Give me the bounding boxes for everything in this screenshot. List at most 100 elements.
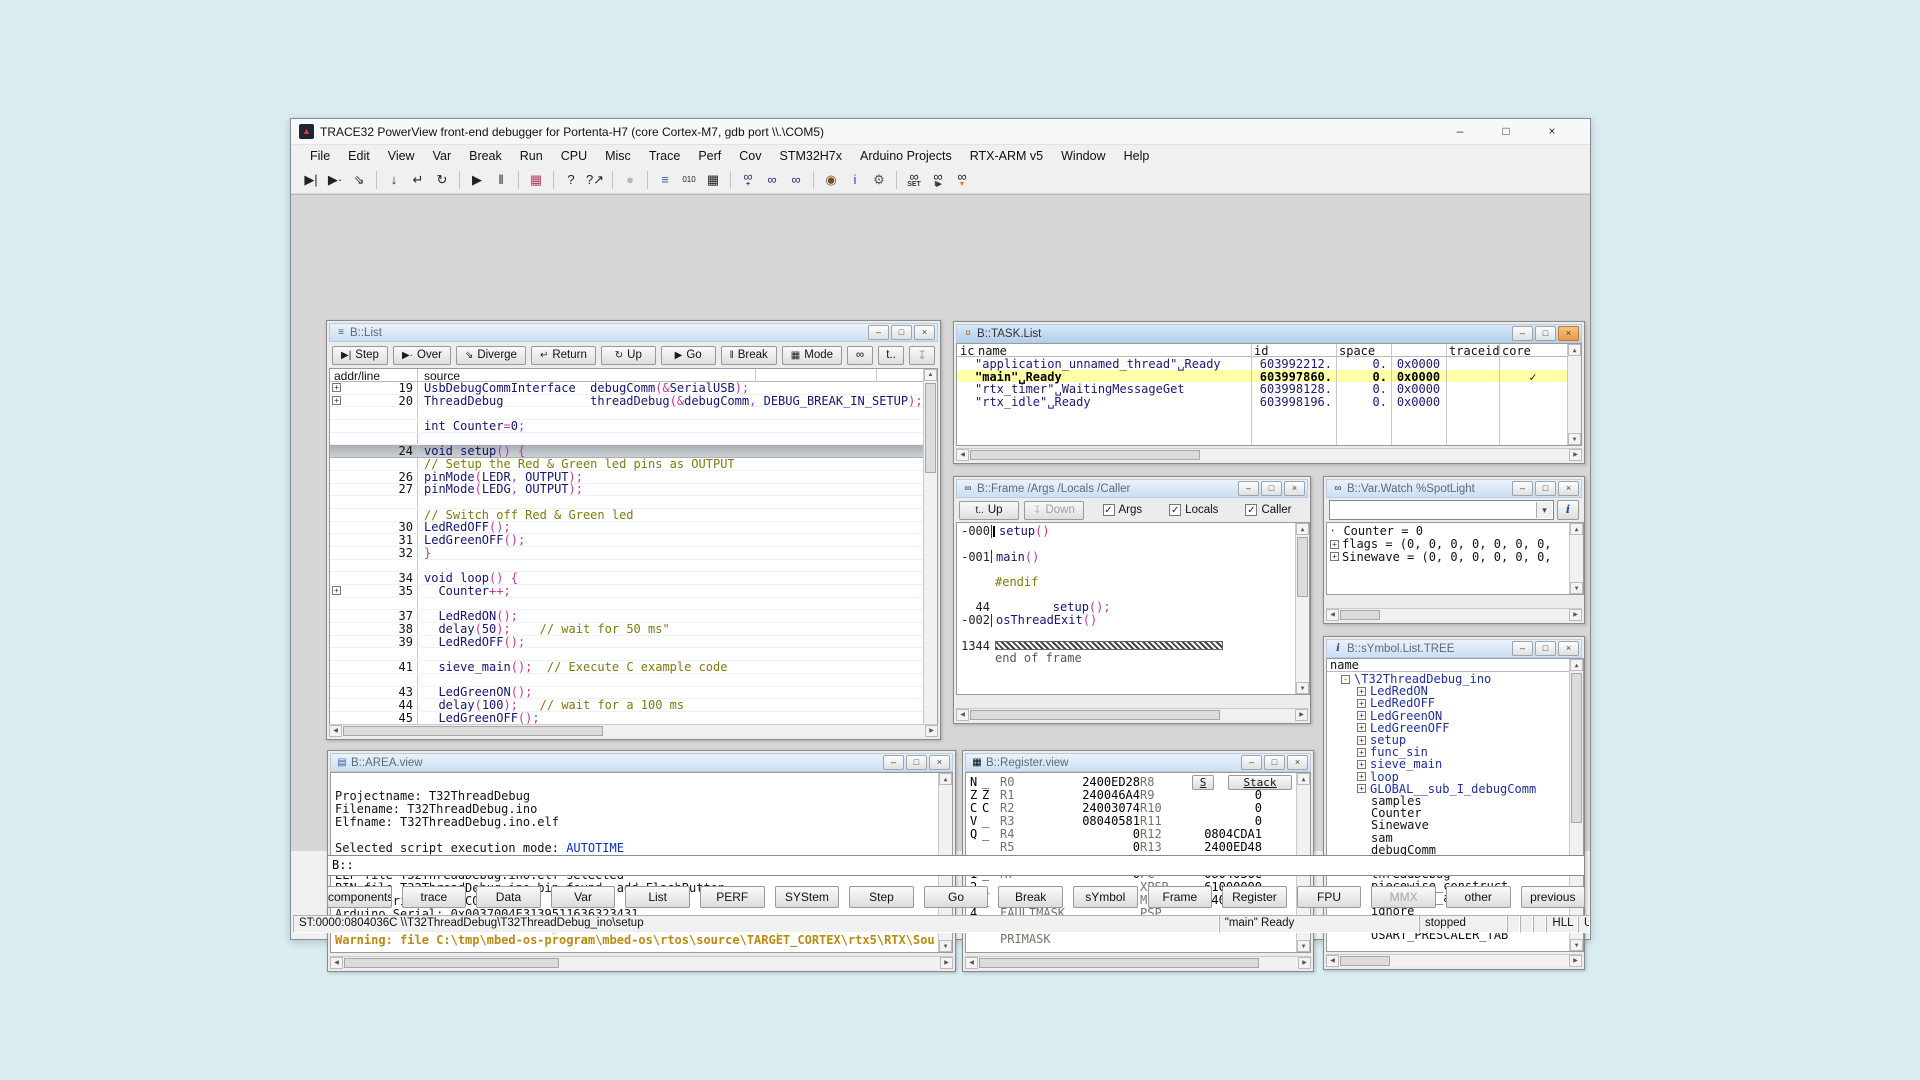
- chevron-down-icon[interactable]: ▾: [1536, 502, 1552, 518]
- softkey-perf[interactable]: PERF: [700, 886, 765, 908]
- softkey-other[interactable]: other: [1446, 886, 1511, 908]
- scroll-down-arrow[interactable]: ▼: [1568, 433, 1581, 445]
- step-over-icon[interactable]: ▶·: [323, 169, 347, 191]
- frame-horizontal-scrollbar[interactable]: ◀ ▶: [956, 708, 1308, 721]
- code-line[interactable]: +20ThreadDebug threadDebug(&debugComm, D…: [330, 395, 923, 408]
- list-maximize-button[interactable]: □: [891, 325, 912, 340]
- help-icon[interactable]: ?: [559, 169, 583, 191]
- diverge-button[interactable]: ⇘Diverge: [456, 346, 526, 365]
- scroll-left-arrow[interactable]: ◀: [1326, 955, 1339, 967]
- softkey-register[interactable]: Register: [1222, 886, 1287, 908]
- scroll-up-arrow[interactable]: ▲: [1297, 773, 1310, 785]
- goggles-pause-icon[interactable]: ∞I▶: [926, 169, 950, 191]
- scroll-left-arrow[interactable]: ◀: [329, 725, 342, 737]
- softkey-step[interactable]: Step: [849, 886, 914, 908]
- symbol-person-icon[interactable]: i: [843, 169, 867, 191]
- mode-nop-icon[interactable]: ▦: [524, 169, 548, 191]
- task-vertical-scrollbar[interactable]: ▲ ▼: [1567, 344, 1581, 445]
- expand-icon[interactable]: -: [1341, 675, 1350, 684]
- expand-icon[interactable]: +: [1357, 736, 1366, 745]
- scroll-right-arrow[interactable]: ▶: [940, 957, 953, 969]
- area-window-titlebar[interactable]: ▤ B::AREA.view – □ ×: [330, 753, 953, 772]
- softkey-trace[interactable]: trace: [402, 886, 467, 908]
- frame-close-button[interactable]: ×: [1284, 481, 1305, 496]
- task-horizontal-scrollbar[interactable]: ◀ ▶: [956, 448, 1582, 461]
- symbol-tree-item[interactable]: samples: [1327, 795, 1569, 807]
- symbol-window-titlebar[interactable]: i B::sYmbol.List.TREE – □ ×: [1326, 639, 1582, 658]
- symbol-tree-item[interactable]: +LedGreenOFF: [1327, 722, 1569, 734]
- symbol-tree-item[interactable]: -\T32ThreadDebug_ino: [1327, 673, 1569, 685]
- menu-item-cpu[interactable]: CPU: [552, 147, 596, 165]
- symbol-tree-item[interactable]: debugComm: [1327, 844, 1569, 856]
- scroll-down-arrow[interactable]: ▼: [1570, 582, 1583, 594]
- area-horizontal-scrollbar[interactable]: ◀ ▶: [330, 956, 953, 969]
- symbol-tree-item[interactable]: Counter: [1327, 807, 1569, 819]
- scroll-thumb[interactable]: [1297, 537, 1308, 597]
- settings-wrench-icon[interactable]: ⚙: [867, 169, 891, 191]
- code-line[interactable]: 27pinMode(LEDG, OUTPUT);: [330, 484, 923, 497]
- symbol-tree-item[interactable]: +LedRedON: [1327, 685, 1569, 697]
- scroll-thumb[interactable]: [970, 450, 1200, 460]
- checkbox-args[interactable]: ✓Args: [1103, 504, 1143, 516]
- scroll-up-arrow[interactable]: ▲: [1570, 659, 1583, 671]
- softkey-data[interactable]: Data: [476, 886, 541, 908]
- title-bar[interactable]: ▲ TRACE32 PowerView front-end debugger f…: [291, 119, 1590, 145]
- softkey-components[interactable]: components: [327, 886, 392, 908]
- task-row[interactable]: "rtx_timer"␣WaitingMessageGet603998128.0…: [957, 382, 1567, 395]
- task-close-button[interactable]: ×: [1558, 326, 1579, 341]
- expand-icon[interactable]: +: [1357, 748, 1366, 757]
- scroll-left-arrow[interactable]: ◀: [1326, 609, 1339, 621]
- watch-symbol-button[interactable]: i: [1557, 500, 1579, 520]
- up-button[interactable]: ↻Up: [601, 346, 656, 365]
- memory-dump-icon[interactable]: 010: [677, 169, 701, 191]
- task-row[interactable]: "main"␣Ready603997860.0.0x0000✓: [957, 370, 1567, 383]
- code-line[interactable]: 45 LedGreenOFF();: [330, 712, 923, 725]
- frame-line[interactable]: 1344: [957, 639, 1295, 652]
- scroll-right-arrow[interactable]: ▶: [1569, 609, 1582, 621]
- expand-icon[interactable]: +: [1357, 723, 1366, 732]
- expand-icon[interactable]: +: [332, 586, 341, 595]
- frame-line[interactable]: [957, 588, 1295, 601]
- menu-item-view[interactable]: View: [379, 147, 424, 165]
- expand-icon[interactable]: +: [1330, 540, 1339, 549]
- list-up-icon[interactable]: t..: [878, 346, 904, 365]
- code-line[interactable]: 39 LedRedOFF();: [330, 636, 923, 649]
- code-line[interactable]: 41 sieve_main(); // Execute C example co…: [330, 661, 923, 674]
- softkey-frame[interactable]: Frame: [1148, 886, 1213, 908]
- register-horizontal-scrollbar[interactable]: ◀ ▶: [965, 956, 1311, 969]
- task-minimize-button[interactable]: –: [1512, 326, 1533, 341]
- menu-item-stm32h7x[interactable]: STM32H7x: [770, 147, 851, 165]
- list-watch-icon[interactable]: ∞: [847, 346, 873, 365]
- frame-line[interactable]: end of frame: [957, 652, 1295, 665]
- symbol-close-button[interactable]: ×: [1558, 641, 1579, 656]
- scroll-thumb[interactable]: [970, 710, 1220, 720]
- scroll-up-arrow[interactable]: ▲: [1568, 344, 1581, 356]
- softkey-list[interactable]: List: [625, 886, 690, 908]
- register-window-titlebar[interactable]: ▦ B::Register.view – □ ×: [965, 753, 1311, 772]
- symbol-tree-item[interactable]: +sieve_main: [1327, 758, 1569, 770]
- scroll-thumb[interactable]: [1571, 673, 1582, 823]
- frame-vertical-scrollbar[interactable]: ▲ ▼: [1295, 523, 1309, 694]
- go-button[interactable]: ▶Go: [661, 346, 716, 365]
- softkey-symbol[interactable]: sYmbol: [1073, 886, 1138, 908]
- mode-button[interactable]: ▦Mode: [782, 346, 842, 365]
- list-horizontal-scrollbar[interactable]: ◀ ▶: [329, 724, 938, 737]
- watch-combo-input[interactable]: ▾: [1329, 500, 1554, 520]
- globe-icon[interactable]: ◉: [819, 169, 843, 191]
- step-into-icon[interactable]: ▶|: [299, 169, 323, 191]
- expand-icon[interactable]: +: [332, 383, 341, 392]
- scroll-up-arrow[interactable]: ▲: [1296, 523, 1309, 535]
- code-line[interactable]: int Counter=0;: [330, 420, 923, 433]
- menu-item-break[interactable]: Break: [460, 147, 511, 165]
- expand-icon[interactable]: +: [1357, 687, 1366, 696]
- watch-spot-icon[interactable]: ∞: [784, 169, 808, 191]
- menu-item-window[interactable]: Window: [1052, 147, 1114, 165]
- watch-list[interactable]: · Counter = 0+flags = (0, 0, 0, 0, 0, 0,…: [1329, 525, 1569, 563]
- watch-item[interactable]: · Counter = 0: [1329, 525, 1569, 538]
- frame-down-button[interactable]: ↧Down: [1024, 501, 1084, 520]
- task-window-titlebar[interactable]: ¤ B::TASK.List – □ ×: [956, 324, 1582, 343]
- source-code-area[interactable]: +19UsbDebugCommInterface debugComm(&Seri…: [330, 382, 923, 736]
- area-close-button[interactable]: ×: [929, 755, 950, 770]
- softkey-fpu[interactable]: FPU: [1297, 886, 1362, 908]
- watch-item[interactable]: +Sinewave = (0, 0, 0, 0, 0, 0,: [1329, 551, 1569, 564]
